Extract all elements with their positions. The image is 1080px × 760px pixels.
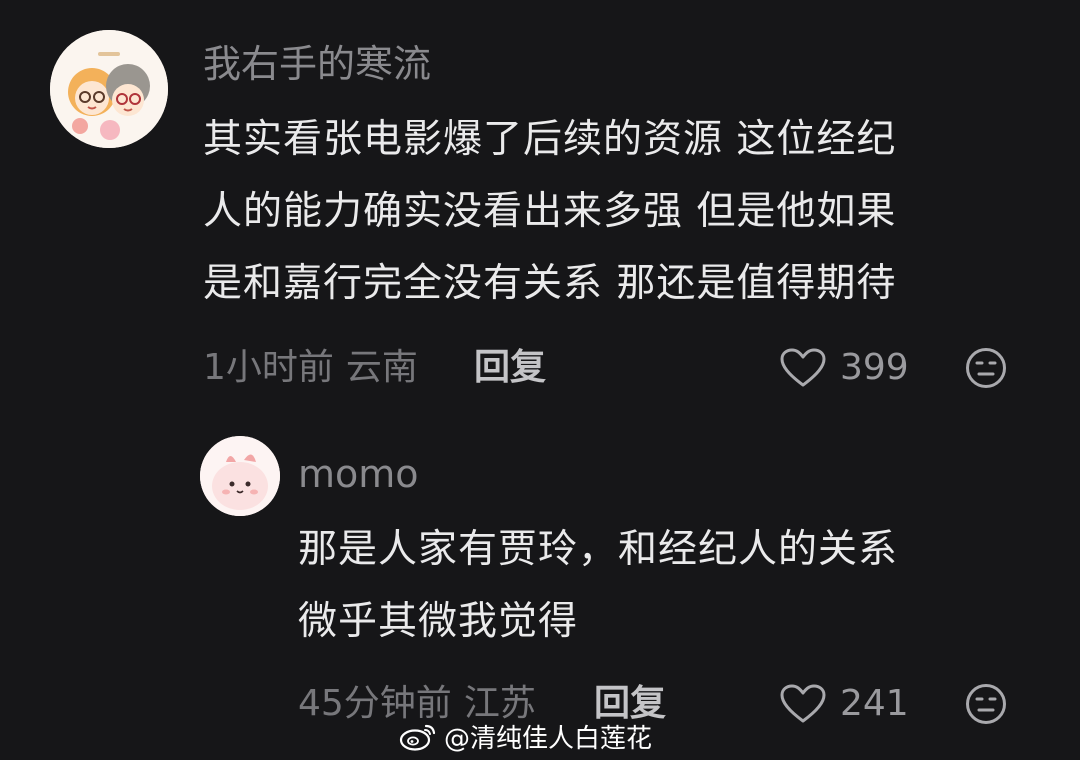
reply-item: momo 那是人家有贾玲，和经纪人的关系 微乎其微我觉得 45分钟前 江苏 回复 … bbox=[0, 400, 1080, 724]
comment-item: 我右手的寒流 其实看张电影爆了后续的资源 这位经纪 人的能力确实没看出来多强 但… bbox=[0, 0, 1080, 400]
like-count: 399 bbox=[840, 347, 909, 388]
reply-button[interactable]: 回复 bbox=[474, 346, 546, 390]
comment-content: 其实看张电影爆了后续的资源 这位经纪 人的能力确实没看出来多强 但是他如果 是和… bbox=[203, 104, 1033, 320]
neutral-face-icon bbox=[966, 684, 1006, 724]
reply-content-line: 那是人家有贾玲，和经纪人的关系 bbox=[298, 527, 899, 572]
couple-cartoon-avatar-icon bbox=[50, 30, 168, 148]
like-button[interactable]: 399 bbox=[780, 346, 909, 390]
reply-username[interactable]: momo bbox=[298, 452, 419, 496]
heart-icon bbox=[780, 684, 826, 723]
weibo-logo-icon bbox=[399, 724, 436, 751]
emoji-reaction-button[interactable] bbox=[965, 683, 1007, 725]
emoji-reaction-button[interactable] bbox=[965, 347, 1007, 389]
watermark: @清纯佳人白莲花 bbox=[398, 716, 652, 756]
avatar[interactable] bbox=[200, 436, 280, 516]
watermark-text: @清纯佳人白莲花 bbox=[444, 723, 653, 754]
comment-content-line: 人的能力确实没看出来多强 但是他如果 bbox=[203, 189, 897, 234]
comment-content-line: 其实看张电影爆了后续的资源 这位经纪 bbox=[203, 117, 897, 162]
comment-location: 云南 bbox=[345, 347, 418, 388]
comment-username[interactable]: 我右手的寒流 bbox=[203, 42, 431, 86]
reply-content: 那是人家有贾玲，和经纪人的关系 微乎其微我觉得 bbox=[298, 514, 1038, 658]
comment-meta: 1小时前 云南 bbox=[203, 346, 418, 390]
reply-content-line: 微乎其微我觉得 bbox=[298, 599, 579, 644]
comment-time: 1小时前 bbox=[203, 347, 334, 388]
pink-bunny-avatar-icon bbox=[200, 436, 280, 516]
like-count: 241 bbox=[840, 683, 909, 724]
comment-content-line: 是和嘉行完全没有关系 那还是值得期待 bbox=[203, 261, 897, 306]
like-button[interactable]: 241 bbox=[780, 682, 909, 726]
heart-icon bbox=[780, 348, 826, 387]
avatar[interactable] bbox=[50, 30, 168, 148]
neutral-face-icon bbox=[966, 348, 1006, 388]
